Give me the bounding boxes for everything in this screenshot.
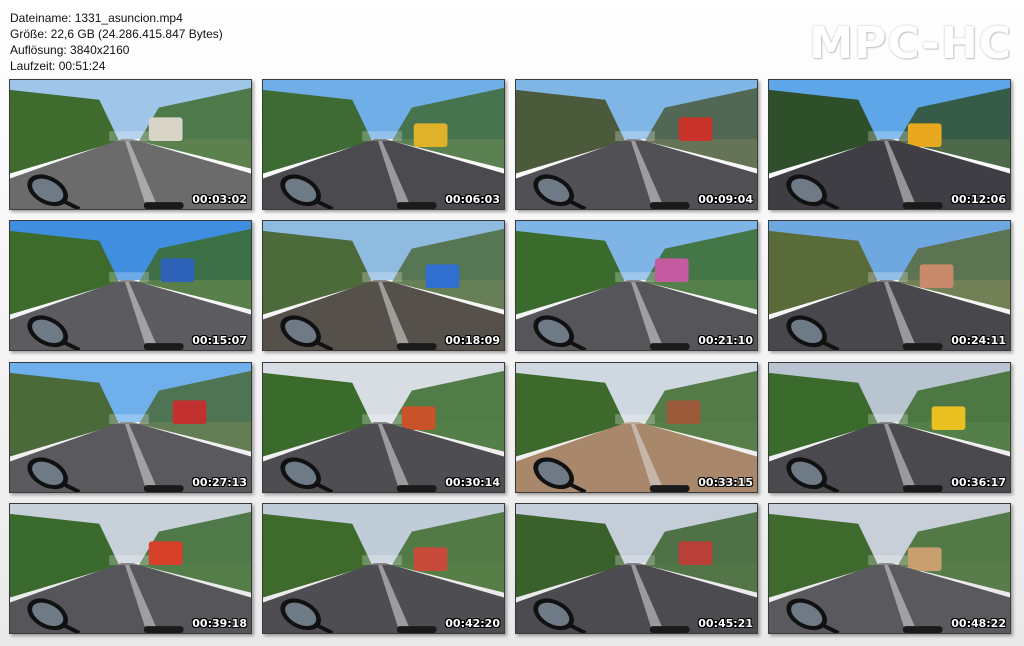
video-thumbnail: 00:27:13 — [9, 362, 252, 493]
mpc-hc-logo: MPC-HC — [809, 18, 1012, 69]
thumbnail-timestamp: 00:15:07 — [192, 334, 247, 347]
street-scene-image — [516, 363, 757, 492]
thumbnail-timestamp: 00:24:11 — [951, 334, 1006, 347]
thumbnail-timestamp: 00:06:03 — [445, 193, 500, 206]
street-scene-image — [263, 80, 504, 209]
street-scene-image — [10, 363, 251, 492]
street-scene-image — [516, 504, 757, 633]
street-scene-image — [516, 221, 757, 350]
thumbnail-timestamp: 00:45:21 — [698, 617, 753, 630]
street-scene-image — [769, 221, 1010, 350]
street-scene-image — [263, 221, 504, 350]
video-thumbnail: 00:12:06 — [768, 79, 1011, 210]
thumbnail-timestamp: 00:21:10 — [698, 334, 753, 347]
thumbnail-timestamp: 00:42:20 — [445, 617, 500, 630]
street-scene-image — [263, 363, 504, 492]
thumbnail-timestamp: 00:12:06 — [951, 193, 1006, 206]
filesize-text: Größe: 22,6 GB (24.286.415.847 Bytes) — [10, 27, 223, 41]
thumbnail-timestamp: 00:18:09 — [445, 334, 500, 347]
file-info: Dateiname: 1331_asuncion.mp4 Größe: 22,6… — [10, 10, 223, 74]
thumbnail-timestamp: 00:03:02 — [192, 193, 247, 206]
street-scene-image — [516, 80, 757, 209]
street-scene-image — [263, 504, 504, 633]
video-thumbnail: 00:15:07 — [9, 220, 252, 351]
video-thumbnail: 00:45:21 — [515, 503, 758, 634]
street-scene-image — [10, 80, 251, 209]
thumbnail-grid: 00:03:02 00:06:03 00:09:04 00:12:06 00:15:07… — [9, 79, 1015, 637]
video-thumbnail: 00:36:17 — [768, 362, 1011, 493]
thumbnail-timestamp: 00:39:18 — [192, 617, 247, 630]
video-thumbnail: 00:18:09 — [262, 220, 505, 351]
street-scene-image — [769, 504, 1010, 633]
video-thumbnail: 00:30:14 — [262, 362, 505, 493]
video-thumbnail: 00:33:15 — [515, 362, 758, 493]
video-thumbnail: 00:48:22 — [768, 503, 1011, 634]
duration-text: Laufzeit: 00:51:24 — [10, 59, 106, 73]
resolution-text: Auflösung: 3840x2160 — [10, 43, 130, 57]
street-scene-image — [10, 504, 251, 633]
thumbnail-timestamp: 00:30:14 — [445, 476, 500, 489]
thumbnail-timestamp: 00:48:22 — [951, 617, 1006, 630]
video-thumbnail: 00:21:10 — [515, 220, 758, 351]
street-scene-image — [769, 80, 1010, 209]
video-thumbnail: 00:39:18 — [9, 503, 252, 634]
thumbnail-timestamp: 00:09:04 — [698, 193, 753, 206]
video-thumbnail: 00:09:04 — [515, 79, 758, 210]
street-scene-image — [10, 221, 251, 350]
video-thumbnail: 00:06:03 — [262, 79, 505, 210]
thumbnail-timestamp: 00:33:15 — [698, 476, 753, 489]
thumbnail-timestamp: 00:36:17 — [951, 476, 1006, 489]
video-thumbnail: 00:24:11 — [768, 220, 1011, 351]
filename-text: Dateiname: 1331_asuncion.mp4 — [10, 11, 183, 25]
street-scene-image — [769, 363, 1010, 492]
video-thumbnail: 00:42:20 — [262, 503, 505, 634]
video-thumbnail: 00:03:02 — [9, 79, 252, 210]
thumbnail-timestamp: 00:27:13 — [192, 476, 247, 489]
